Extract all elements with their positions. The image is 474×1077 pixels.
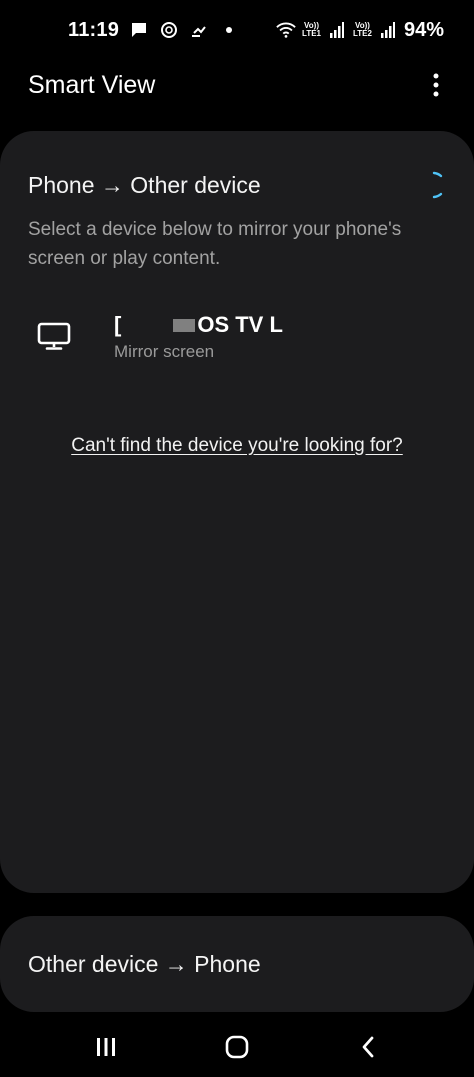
card-title: Phone → Other device [28,171,261,198]
device-list-item[interactable]: [ OS TV L Mirror screen [22,307,452,367]
sim2-label-bottom: LTE2 [353,29,372,38]
redacted-block [173,318,196,332]
navigation-bar [0,1016,474,1077]
battery-level: 94% [403,18,444,41]
home-button[interactable] [207,1022,267,1072]
home-icon [225,1035,249,1058]
device-subtitle: Mirror screen [114,342,215,361]
signal-icon [327,20,347,40]
device-name: [ OS TV L [114,312,283,338]
device-texts: [ OS TV L Mirror screen [114,312,283,362]
status-right: Vo)) LTE1 Vo)) LTE2 94% [276,19,444,42]
status-bar: 11:19 Vo)) LTE1 Vo)) LTE2 94% [0,0,474,60]
status-time: 11:19 [68,18,120,41]
loading-spinner-icon [432,171,443,199]
recents-button[interactable] [76,1022,136,1072]
recents-icon [96,1037,115,1056]
card-second-title: Other device → Phone [28,950,261,977]
dot-icon [219,20,239,40]
device-name-end: OS TV L [197,312,283,337]
tv-icon [22,313,86,361]
transfer-icon [189,20,209,40]
cant-find-device-link[interactable]: Can't find the device you're looking for… [0,435,474,457]
status-left: 11:19 [68,19,239,42]
sync-icon [159,20,179,40]
smart-view-screen: 11:19 Vo)) LTE1 Vo)) LTE2 94% Smart View… [0,0,474,1077]
device-name-start: [ [114,312,122,337]
more-options-button[interactable] [424,65,448,105]
page-title: Smart View [28,70,156,99]
app-bar: Smart View [0,60,474,110]
device-to-phone-card[interactable]: Other device → Phone [0,916,474,1012]
card-header: Phone → Other device [28,169,446,201]
phone-to-device-card: Phone → Other device Select a device bel… [0,131,474,893]
sim1-label-bottom: LTE1 [302,29,321,38]
wifi-icon [276,20,296,40]
more-vertical-icon [433,73,439,97]
sim1-label: Vo)) LTE1 [302,22,321,38]
card-description: Select a device below to mirror your pho… [28,219,402,269]
sim2-label: Vo)) LTE2 [353,22,372,38]
back-icon [362,1036,374,1057]
signal-icon [378,20,398,40]
message-icon [129,20,149,40]
back-button[interactable] [338,1022,398,1072]
